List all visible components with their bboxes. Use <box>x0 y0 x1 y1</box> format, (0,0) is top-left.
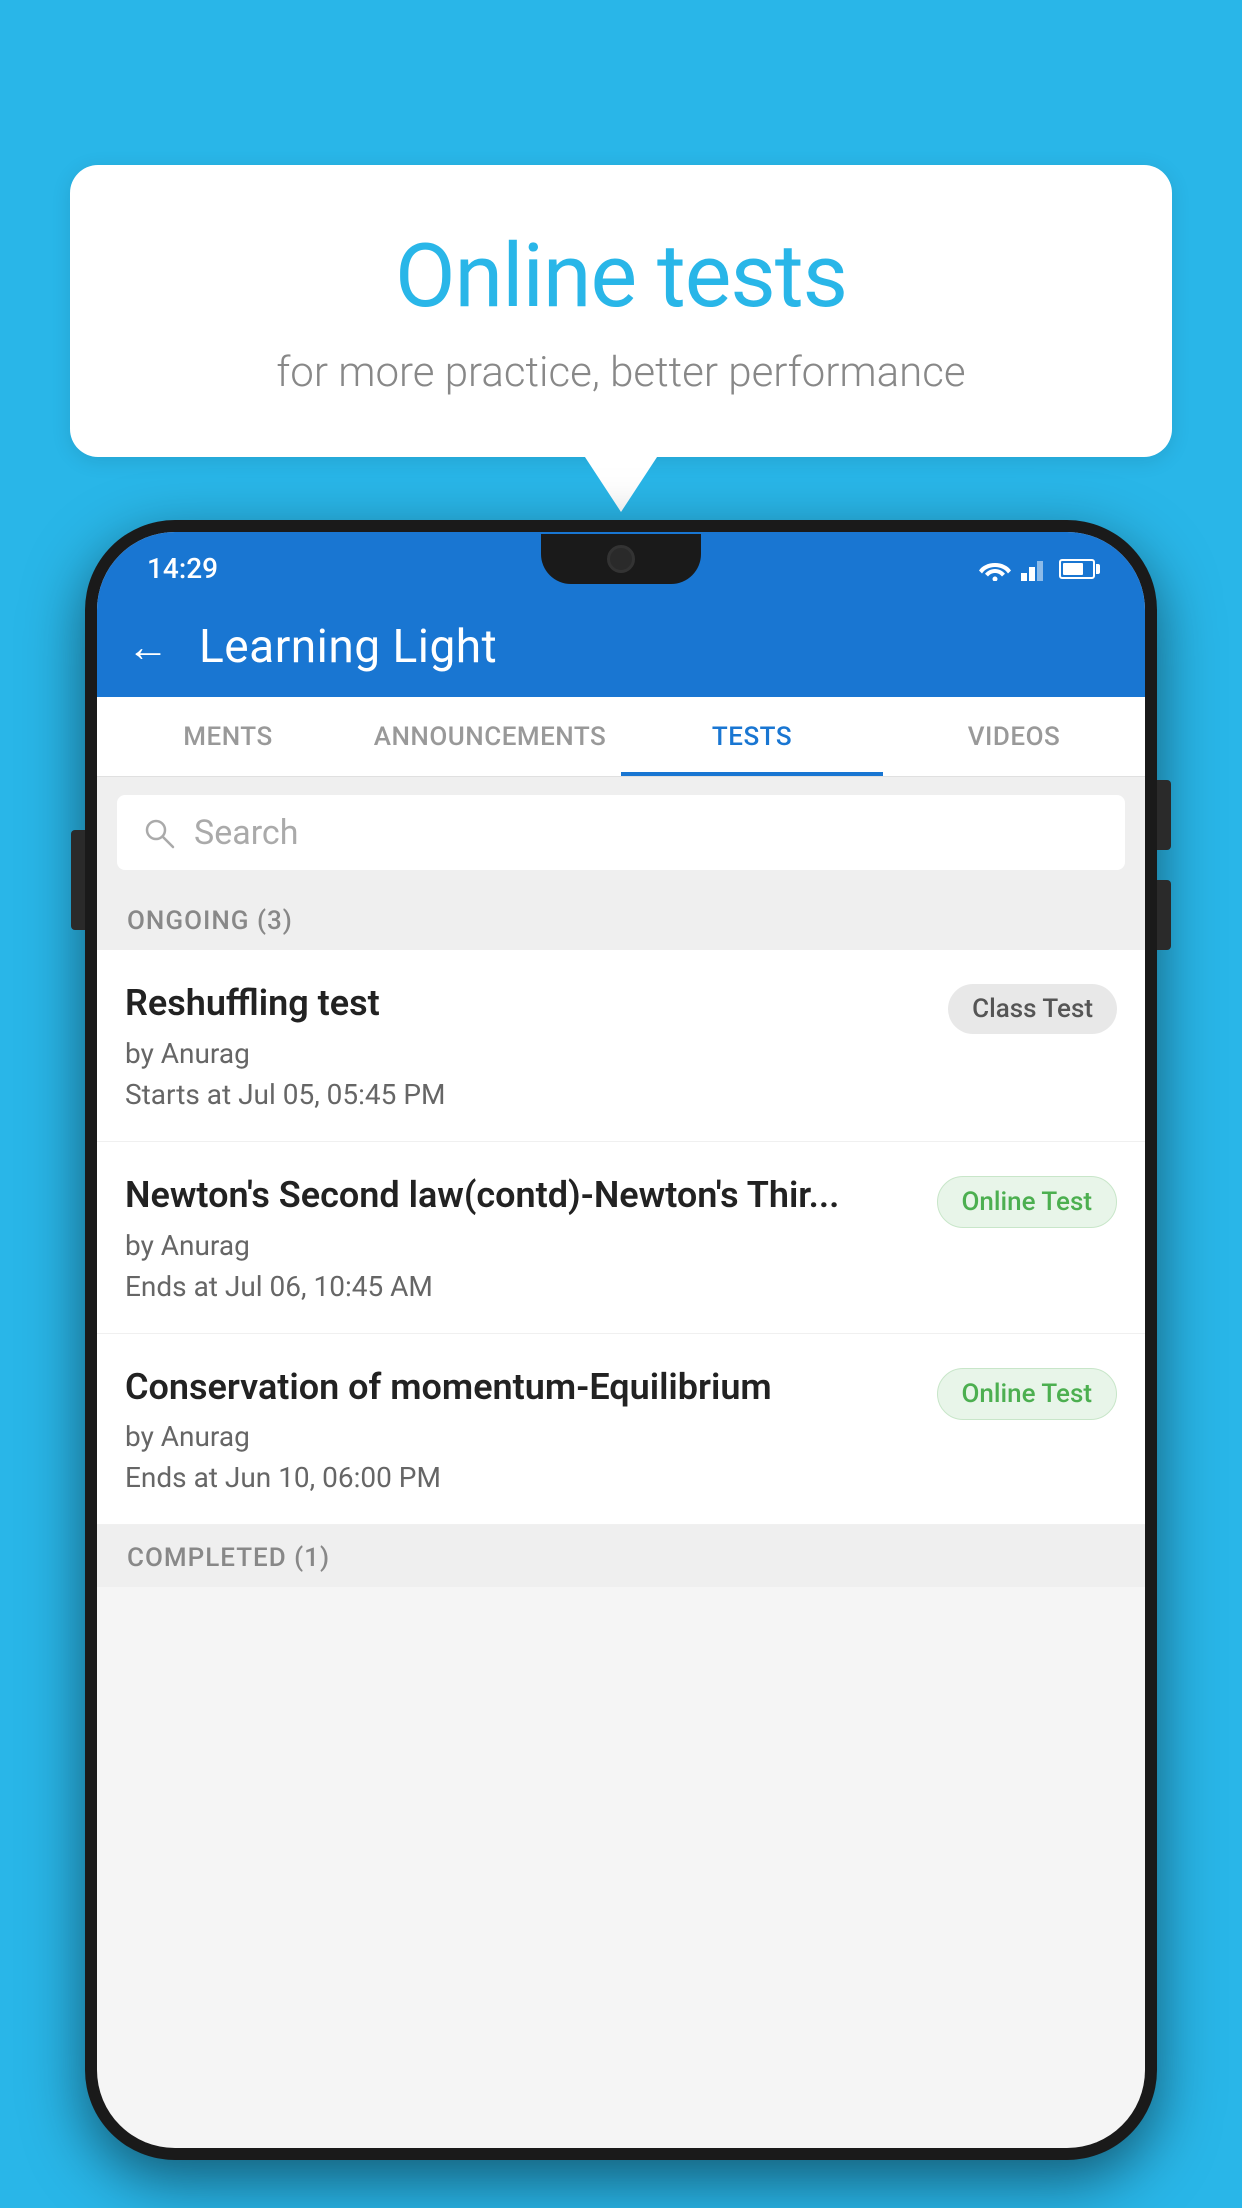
test-time: Ends at Jun 10, 06:00 PM <box>125 1461 917 1494</box>
test-item[interactable]: Conservation of momentum-Equilibrium by … <box>97 1334 1145 1526</box>
speech-bubble: Online tests for more practice, better p… <box>70 165 1172 457</box>
search-bar[interactable]: Search <box>117 795 1125 870</box>
front-camera <box>607 545 635 573</box>
phone-device: 14:29 <box>85 520 1157 2160</box>
phone-notch <box>541 534 701 584</box>
test-info: Conservation of momentum-Equilibrium by … <box>125 1364 917 1495</box>
app-toolbar: ← Learning Light <box>97 597 1145 697</box>
volume-down-button[interactable] <box>1157 880 1171 950</box>
toolbar-title: Learning Light <box>199 620 497 674</box>
completed-section-header: COMPLETED (1) <box>97 1525 1145 1587</box>
tab-announcements[interactable]: ANNOUNCEMENTS <box>359 697 621 776</box>
volume-up-button[interactable] <box>1157 780 1171 850</box>
bubble-subtitle: for more practice, better performance <box>150 348 1092 397</box>
test-by: by Anurag <box>125 1037 928 1070</box>
phone-wrapper: 14:29 <box>85 520 1157 2208</box>
test-info: Newton's Second law(contd)-Newton's Thir… <box>125 1172 917 1303</box>
speech-bubble-section: Online tests for more practice, better p… <box>70 165 1172 457</box>
wifi-icon <box>979 557 1011 581</box>
test-info: Reshuffling test by Anurag Starts at Jul… <box>125 980 928 1111</box>
search-container: Search <box>97 777 1145 888</box>
test-item[interactable]: Newton's Second law(contd)-Newton's Thir… <box>97 1142 1145 1334</box>
test-time: Ends at Jul 06, 10:45 AM <box>125 1270 917 1303</box>
ongoing-section-header: ONGOING (3) <box>97 888 1145 950</box>
power-button[interactable] <box>71 830 85 930</box>
status-icons <box>979 557 1095 581</box>
test-badge-online: Online Test <box>937 1176 1118 1228</box>
test-list: Reshuffling test by Anurag Starts at Jul… <box>97 950 1145 1525</box>
signal-icon <box>1021 557 1049 581</box>
test-title: Conservation of momentum-Equilibrium <box>125 1364 917 1411</box>
tab-ments[interactable]: MENTS <box>97 697 359 776</box>
tab-videos[interactable]: VIDEOS <box>883 697 1145 776</box>
phone-screen: 14:29 <box>97 532 1145 2148</box>
tab-tests[interactable]: TESTS <box>621 697 883 776</box>
tab-bar: MENTS ANNOUNCEMENTS TESTS VIDEOS <box>97 697 1145 777</box>
search-placeholder: Search <box>194 813 298 853</box>
battery-icon <box>1059 559 1095 579</box>
test-title: Newton's Second law(contd)-Newton's Thir… <box>125 1172 917 1219</box>
test-time: Starts at Jul 05, 05:45 PM <box>125 1078 928 1111</box>
test-badge-class: Class Test <box>948 984 1117 1034</box>
bubble-title: Online tests <box>150 225 1092 328</box>
status-time: 14:29 <box>147 552 218 585</box>
back-button[interactable]: ← <box>127 623 169 672</box>
test-title: Reshuffling test <box>125 980 928 1027</box>
test-badge-online-2: Online Test <box>937 1368 1118 1420</box>
test-item[interactable]: Reshuffling test by Anurag Starts at Jul… <box>97 950 1145 1142</box>
search-icon <box>142 816 176 850</box>
completed-label: COMPLETED (1) <box>127 1543 330 1573</box>
test-by: by Anurag <box>125 1420 917 1453</box>
ongoing-label: ONGOING (3) <box>127 906 293 936</box>
test-by: by Anurag <box>125 1229 917 1262</box>
